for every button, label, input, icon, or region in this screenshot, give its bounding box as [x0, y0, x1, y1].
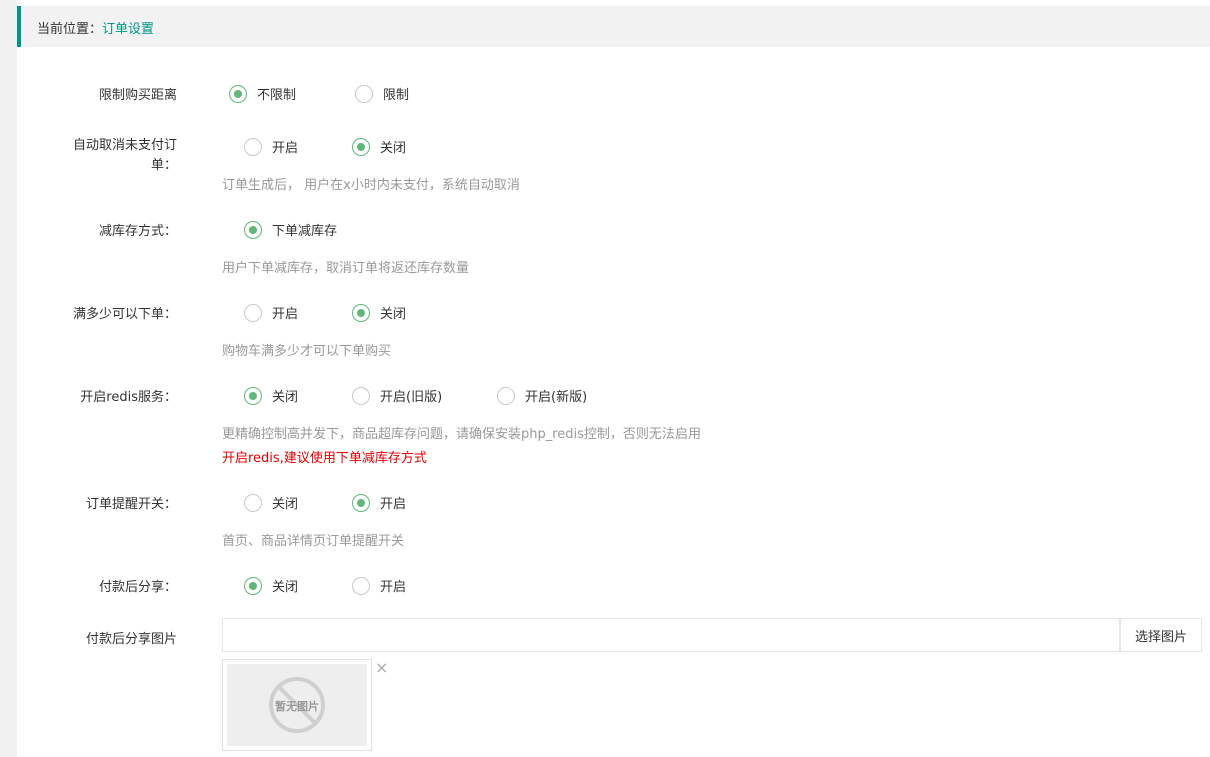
label-min-order: 满多少可以下单：: [72, 307, 177, 322]
radio-redis-old[interactable]: 开启(旧版): [352, 386, 442, 405]
radio-circle: [244, 576, 262, 595]
radio-label: 关闭: [380, 141, 407, 156]
radio-circle: [355, 84, 373, 103]
radio-limit-distance-unlimited[interactable]: 不限制: [229, 84, 296, 103]
hint-redis: 更精确控制高并发下，商品超库存问题，请确保安装php_redis控制，否则无法启…: [222, 427, 701, 442]
radio-label: 关闭: [272, 497, 299, 512]
close-icon[interactable]: ×: [375, 660, 388, 676]
radio-share-after-pay-on[interactable]: 开启: [352, 576, 406, 595]
radio-label: 不限制: [257, 88, 297, 103]
warning-redis: 开启redis,建议使用下单减库存方式: [222, 451, 427, 466]
radio-label: 下单减库存: [272, 224, 338, 239]
radio-circle: [244, 493, 262, 512]
hint-auto-cancel: 订单生成后， 用户在x小时内未支付，系统自动取消: [222, 178, 520, 193]
radio-label: 开启(旧版): [380, 390, 443, 405]
radio-circle: [497, 386, 515, 405]
label-stock-mode: 减库存方式：: [98, 224, 177, 239]
label-limit-distance: 限制购买距离: [98, 88, 177, 103]
radio-circle: [244, 220, 262, 239]
breadcrumb-prefix: 当前位置：: [37, 22, 103, 37]
label-order-reminder: 订单提醒开关：: [85, 497, 177, 512]
hint-min-order: 购物车满多少才可以下单购买: [222, 344, 392, 359]
breadcrumb-text: 当前位置：订单设置: [37, 18, 154, 37]
radio-circle: [352, 137, 370, 156]
breadcrumb: 当前位置：订单设置: [17, 6, 1210, 47]
radio-label: 关闭: [272, 390, 299, 405]
radio-label: 开启: [272, 141, 299, 156]
radio-share-after-pay-off[interactable]: 关闭: [244, 576, 298, 595]
radio-label: 开启: [380, 497, 407, 512]
label-redis: 开启redis服务：: [80, 390, 177, 405]
radio-min-order-on[interactable]: 开启: [244, 303, 298, 322]
radio-label: 限制: [383, 88, 410, 103]
image-placeholder: 暂无图片: [227, 664, 367, 746]
radio-label: 关闭: [380, 307, 407, 322]
radio-limit-distance-limited[interactable]: 限制: [355, 84, 409, 103]
share-image-input[interactable]: [222, 618, 1120, 652]
radio-circle: [352, 493, 370, 512]
radio-order-reminder-on[interactable]: 开启: [352, 493, 406, 512]
radio-label: 开启: [380, 580, 407, 595]
label-share-image: 付款后分享图片: [85, 632, 177, 647]
radio-stock-mode-order[interactable]: 下单减库存: [244, 220, 337, 239]
radio-circle: [352, 576, 370, 595]
breadcrumb-current: 订单设置: [102, 22, 155, 37]
radio-redis-off[interactable]: 关闭: [244, 386, 298, 405]
image-preview: 暂无图片: [222, 659, 372, 751]
radio-circle: [244, 386, 262, 405]
no-image-text: 暂无图片: [275, 700, 319, 713]
hint-stock-mode: 用户下单减库存，取消订单将返还库存数量: [222, 261, 470, 276]
radio-label: 关闭: [272, 580, 299, 595]
radio-label: 开启(新版): [525, 390, 588, 405]
radio-circle: [244, 303, 262, 322]
radio-circle: [244, 137, 262, 156]
radio-order-reminder-off[interactable]: 关闭: [244, 493, 298, 512]
radio-redis-new[interactable]: 开启(新版): [497, 386, 587, 405]
label-auto-cancel: 自动取消未支付订单：: [72, 138, 177, 173]
radio-circle: [352, 386, 370, 405]
radio-auto-cancel-on[interactable]: 开启: [244, 137, 298, 156]
radio-min-order-off[interactable]: 关闭: [352, 303, 406, 322]
select-image-button[interactable]: 选择图片: [1120, 618, 1202, 652]
radio-label: 开启: [272, 307, 299, 322]
radio-circle: [229, 84, 247, 103]
radio-circle: [352, 303, 370, 322]
radio-auto-cancel-off[interactable]: 关闭: [352, 137, 406, 156]
hint-order-reminder: 首页、商品详情页订单提醒开关: [222, 534, 405, 549]
label-share-after-pay: 付款后分享：: [98, 580, 177, 595]
